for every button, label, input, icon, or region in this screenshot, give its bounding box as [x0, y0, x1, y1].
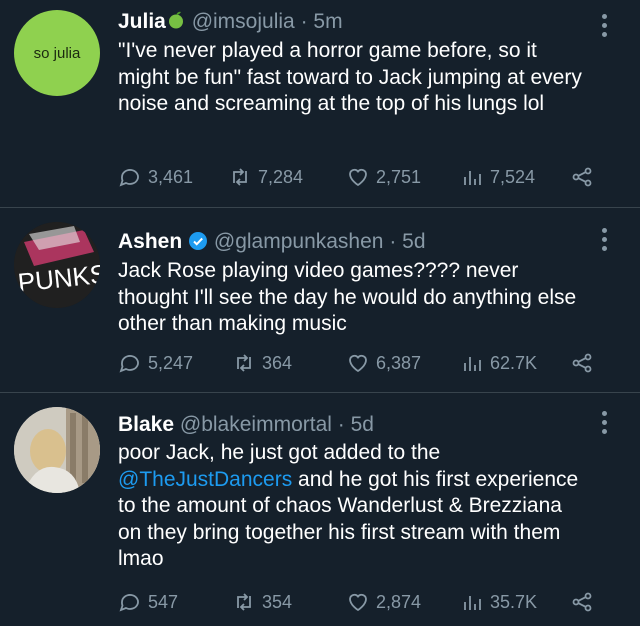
- views-count: 62.7K: [490, 352, 538, 373]
- views-button[interactable]: 62.7K: [460, 351, 537, 375]
- views-button[interactable]: 7,524: [460, 165, 535, 189]
- avatar-label: so julia: [33, 44, 81, 62]
- like-button[interactable]: 2,874: [346, 590, 421, 614]
- tweet-header: Ashen @glampunkashen · 5d: [118, 230, 426, 254]
- avatar[interactable]: PUNKS: [14, 222, 100, 308]
- timestamp[interactable]: 5d: [402, 230, 425, 253]
- action-bar: 547 354 2,874 35.7K: [118, 590, 618, 620]
- action-bar: 3,461 7,284 2,751 7,524: [118, 165, 618, 195]
- tweet-header: Julia @imsojulia · 5m: [118, 10, 343, 34]
- like-button[interactable]: 6,387: [346, 351, 421, 375]
- display-name[interactable]: Ashen: [118, 230, 182, 253]
- timestamp[interactable]: 5d: [351, 413, 374, 436]
- share-icon: [572, 592, 592, 612]
- more-options-icon[interactable]: [600, 409, 610, 439]
- separator: ·: [337, 413, 345, 436]
- verified-badge-icon: [188, 230, 208, 253]
- heart-icon: [349, 354, 367, 373]
- share-button[interactable]: [570, 590, 594, 614]
- retweet-icon: [237, 593, 251, 611]
- avatar[interactable]: [14, 407, 100, 493]
- like-count: 2,751: [376, 166, 422, 187]
- tweet-text: Jack Rose playing video games???? never …: [118, 259, 577, 335]
- tweet-1[interactable]: so julia Julia @imsojulia · 5m "I've nev…: [0, 0, 640, 205]
- handle[interactable]: @blakeimmortal: [180, 413, 332, 436]
- apple-emoji-icon: [166, 10, 186, 33]
- views-icon: [464, 596, 481, 610]
- more-options-icon[interactable]: [600, 226, 610, 256]
- reply-icon: [119, 355, 139, 373]
- separator: ·: [389, 230, 397, 253]
- tweet-3[interactable]: Blake @blakeimmortal · 5d poor Jack, he …: [0, 393, 640, 626]
- reply-button[interactable]: 547: [118, 590, 178, 614]
- heart-icon: [349, 168, 367, 187]
- retweet-count: 364: [262, 352, 293, 373]
- share-button[interactable]: [570, 165, 594, 189]
- avatar[interactable]: so julia: [14, 10, 100, 96]
- handle[interactable]: @glampunkashen: [214, 230, 384, 253]
- views-icon: [464, 171, 481, 185]
- like-count: 6,387: [376, 352, 422, 373]
- tweet-2[interactable]: PUNKS Ashen @glampunkashen · 5d Jack Ros…: [0, 208, 640, 393]
- display-name[interactable]: Blake: [118, 413, 174, 436]
- heart-icon: [349, 593, 367, 612]
- views-count: 35.7K: [490, 591, 538, 612]
- reply-count: 547: [148, 591, 179, 612]
- retweet-button[interactable]: 364: [232, 351, 292, 375]
- more-options-icon[interactable]: [600, 12, 610, 42]
- reply-icon: [119, 594, 139, 612]
- blake-avatar-image: [14, 407, 100, 493]
- display-name[interactable]: Julia: [118, 10, 166, 33]
- views-count: 7,524: [490, 166, 536, 187]
- share-icon: [572, 167, 592, 187]
- reply-button[interactable]: 5,247: [118, 351, 193, 375]
- share-icon: [572, 353, 592, 373]
- reply-icon: [119, 169, 139, 187]
- tweet-text: "I've never played a horror game before,…: [118, 39, 582, 115]
- retweet-count: 7,284: [258, 166, 304, 187]
- retweet-icon: [237, 354, 251, 372]
- share-button[interactable]: [570, 351, 594, 375]
- retweet-icon: [233, 168, 247, 186]
- punks-avatar-image: PUNKS: [14, 222, 100, 308]
- reply-count: 5,247: [148, 352, 194, 373]
- tweet-text-start: poor Jack, he just got added to the: [118, 441, 441, 464]
- like-count: 2,874: [376, 591, 422, 612]
- views-button[interactable]: 35.7K: [460, 590, 537, 614]
- reply-button[interactable]: 3,461: [118, 165, 193, 189]
- like-button[interactable]: 2,751: [346, 165, 421, 189]
- retweet-button[interactable]: 7,284: [228, 165, 303, 189]
- tweet-header: Blake @blakeimmortal · 5d: [118, 413, 374, 437]
- handle[interactable]: @imsojulia: [192, 10, 295, 33]
- retweet-button[interactable]: 354: [232, 590, 292, 614]
- views-icon: [464, 357, 481, 371]
- reply-count: 3,461: [148, 166, 194, 187]
- retweet-count: 354: [262, 591, 293, 612]
- mention-link[interactable]: @TheJustDancers: [118, 468, 292, 491]
- tweet-text: poor Jack, he just got added to the @The…: [118, 440, 588, 573]
- action-bar: 5,247 364 6,387 62.7K: [118, 351, 618, 381]
- separator: ·: [300, 10, 308, 33]
- timestamp[interactable]: 5m: [313, 10, 342, 33]
